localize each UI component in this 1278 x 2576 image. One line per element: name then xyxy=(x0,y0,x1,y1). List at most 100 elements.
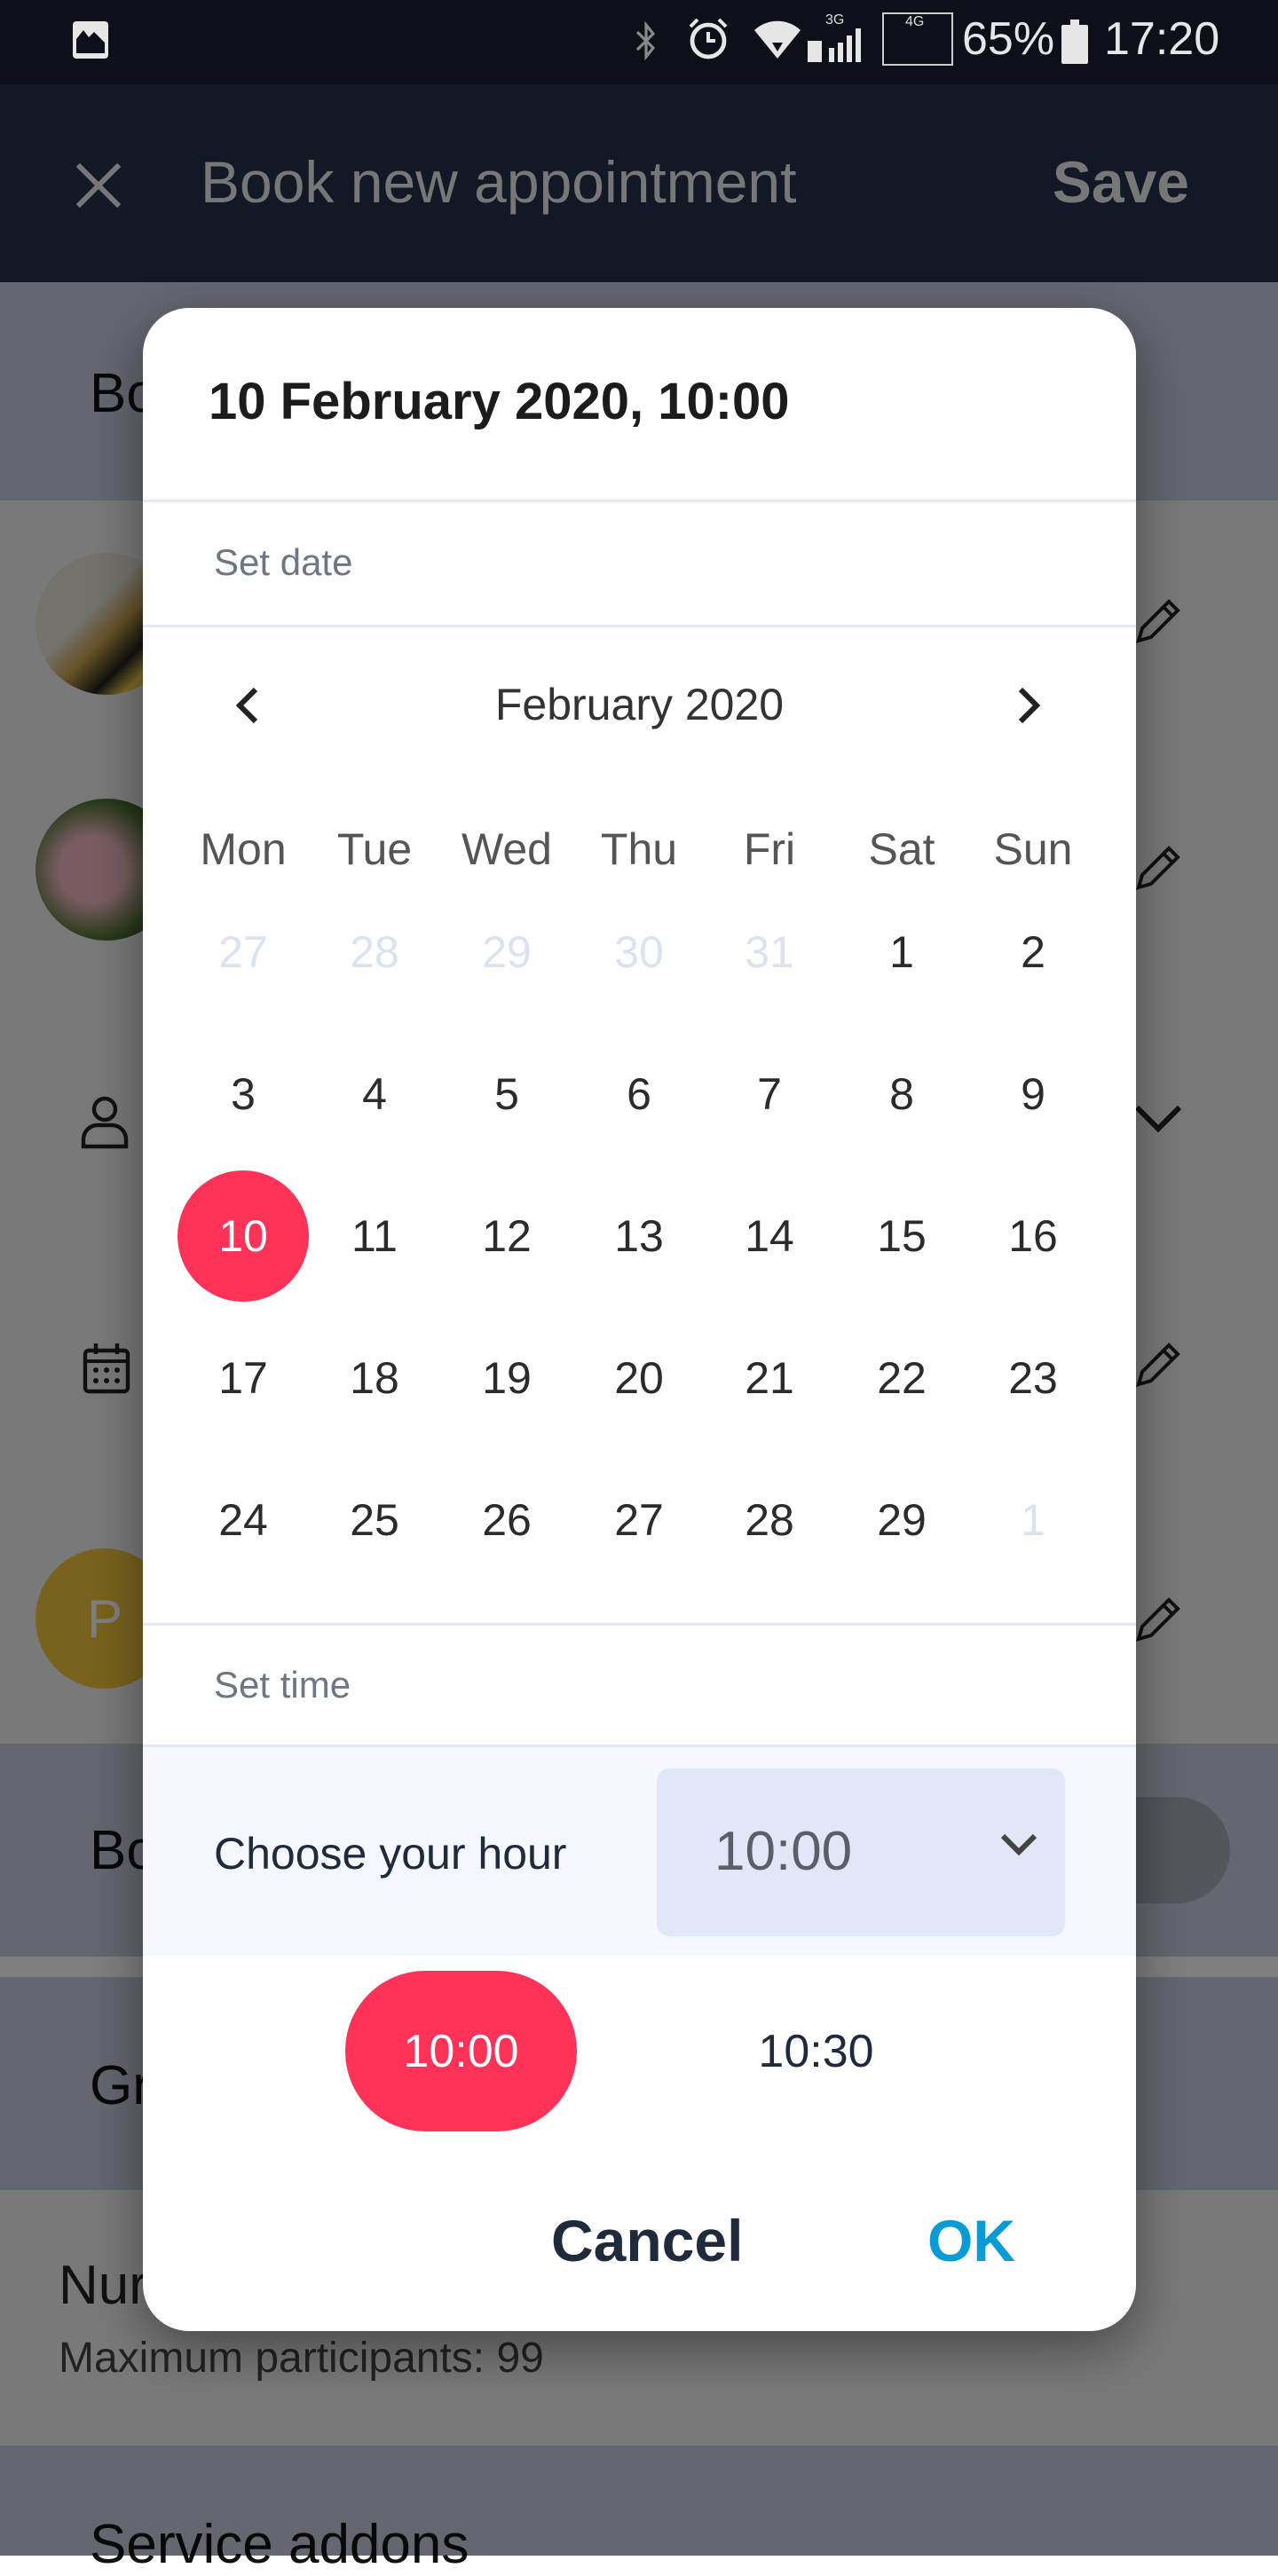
hour-select[interactable]: 10:00 xyxy=(657,1769,1065,1936)
calendar-day[interactable]: 9 xyxy=(971,1032,1095,1156)
chevron-right-icon xyxy=(1018,687,1041,724)
bluetooth-icon xyxy=(635,21,656,60)
time-slot-label: 10:30 xyxy=(758,2025,874,2077)
day-number: 22 xyxy=(877,1353,927,1403)
calendar-day[interactable]: 30 xyxy=(577,890,701,1014)
day-number: 1 xyxy=(1021,1495,1045,1545)
calendar-day[interactable]: 23 xyxy=(971,1316,1095,1440)
calendar-day[interactable]: 27 xyxy=(577,1458,701,1582)
calendar-day[interactable]: 28 xyxy=(312,890,437,1014)
calendar-day[interactable]: 15 xyxy=(840,1174,964,1298)
calendar-day[interactable]: 31 xyxy=(707,890,832,1014)
set-date-label: Set date xyxy=(214,541,353,583)
calendar-day[interactable]: 7 xyxy=(707,1032,832,1156)
day-number: 2 xyxy=(1021,927,1045,977)
day-number: 27 xyxy=(218,927,268,977)
calendar-day[interactable]: 26 xyxy=(445,1458,569,1582)
calendar-day[interactable]: 16 xyxy=(971,1174,1095,1298)
calendar-day[interactable]: 28 xyxy=(707,1458,832,1582)
hour-select-value: 10:00 xyxy=(714,1821,853,1882)
network-type-2: 4G xyxy=(905,14,925,29)
day-number: 30 xyxy=(614,927,664,977)
calendar-day[interactable]: 17 xyxy=(181,1316,305,1440)
day-number: 1 xyxy=(889,927,914,977)
time-slot-1030[interactable]: 10:30 xyxy=(700,1971,932,2131)
calendar-day[interactable]: 1 xyxy=(840,890,964,1014)
calendar-day[interactable]: 5 xyxy=(445,1032,569,1156)
day-number: 12 xyxy=(482,1211,532,1261)
sim-2-signal: 4G xyxy=(882,12,953,66)
day-number: 21 xyxy=(745,1353,794,1403)
month-label: February 2020 xyxy=(494,680,785,729)
ok-button[interactable]: OK xyxy=(927,2207,1015,2274)
calendar-day[interactable]: 29 xyxy=(445,890,569,1014)
hour-label: Choose your hour xyxy=(214,1829,567,1879)
calendar-day[interactable]: 1 xyxy=(971,1458,1095,1582)
divider xyxy=(143,1623,1136,1626)
divider xyxy=(143,625,1136,627)
calendar-day[interactable]: 22 xyxy=(840,1316,964,1440)
next-month-button[interactable] xyxy=(998,674,1060,737)
battery-percent: 65% xyxy=(962,13,1055,65)
battery-icon xyxy=(1061,20,1088,64)
calendar-day[interactable]: 24 xyxy=(181,1458,305,1582)
status-bar: 3G 4G 65% 17:20 xyxy=(0,0,1278,84)
day-number: 17 xyxy=(218,1353,268,1403)
day-number: 4 xyxy=(362,1069,387,1119)
day-number: 29 xyxy=(482,927,532,977)
date-time-picker-dialog: 10 February 2020, 10:00 Set date Februar… xyxy=(143,308,1136,2331)
day-number: 25 xyxy=(350,1495,399,1545)
day-number: 31 xyxy=(745,927,794,977)
calendar-day-selected[interactable]: 10 xyxy=(178,1170,309,1302)
day-number: 6 xyxy=(627,1069,651,1119)
day-number: 29 xyxy=(877,1495,927,1545)
day-number: 20 xyxy=(614,1353,664,1403)
calendar-day[interactable]: 2 xyxy=(971,890,1095,1014)
day-number: 24 xyxy=(218,1495,268,1545)
calendar-day[interactable]: 6 xyxy=(577,1032,701,1156)
day-number: 9 xyxy=(1021,1069,1045,1119)
day-number: 23 xyxy=(1008,1353,1058,1403)
day-number: 7 xyxy=(757,1069,782,1119)
day-number: 28 xyxy=(350,927,399,977)
calendar-day[interactable]: 19 xyxy=(445,1316,569,1440)
signal-icon xyxy=(808,28,861,62)
clock: 17:20 xyxy=(1104,13,1220,65)
day-number: 5 xyxy=(494,1069,519,1119)
calendar-day[interactable]: 18 xyxy=(312,1316,437,1440)
calendar-day[interactable]: 27 xyxy=(181,890,305,1014)
alarm-icon xyxy=(689,18,728,59)
day-number: 15 xyxy=(877,1211,927,1261)
day-number: 10 xyxy=(218,1211,268,1261)
day-number: 16 xyxy=(1008,1211,1058,1261)
time-slot-1000[interactable]: 10:00 xyxy=(345,1971,577,2131)
chevron-down-icon xyxy=(1000,1833,1037,1856)
image-icon xyxy=(73,21,108,59)
calendar-day[interactable]: 12 xyxy=(445,1174,569,1298)
calendar-day[interactable]: 25 xyxy=(312,1458,437,1582)
calendar-day[interactable]: 8 xyxy=(840,1032,964,1156)
day-number: 19 xyxy=(482,1353,532,1403)
calendar-day[interactable]: 13 xyxy=(577,1174,701,1298)
calendar-day[interactable]: 14 xyxy=(707,1174,832,1298)
day-number: 11 xyxy=(351,1211,398,1261)
cancel-button[interactable]: Cancel xyxy=(551,2207,743,2274)
calendar-day[interactable]: 4 xyxy=(312,1032,437,1156)
day-number: 18 xyxy=(350,1353,399,1403)
calendar-day[interactable]: 11 xyxy=(312,1174,437,1298)
calendar-day[interactable]: 20 xyxy=(577,1316,701,1440)
wifi-icon xyxy=(754,20,801,59)
day-number: 27 xyxy=(614,1495,664,1545)
day-number: 28 xyxy=(745,1495,794,1545)
dialog-title: 10 February 2020, 10:00 xyxy=(209,373,790,430)
calendar-day[interactable]: 21 xyxy=(707,1316,832,1440)
day-number: 13 xyxy=(614,1211,664,1261)
day-number: 8 xyxy=(889,1069,914,1119)
day-number: 14 xyxy=(745,1211,794,1261)
set-time-label: Set time xyxy=(214,1664,351,1706)
calendar-day[interactable]: 29 xyxy=(840,1458,964,1582)
divider xyxy=(143,500,1136,502)
day-number: 3 xyxy=(231,1069,256,1119)
calendar-day[interactable]: 3 xyxy=(181,1032,305,1156)
time-slot-label: 10:00 xyxy=(403,2025,519,2077)
